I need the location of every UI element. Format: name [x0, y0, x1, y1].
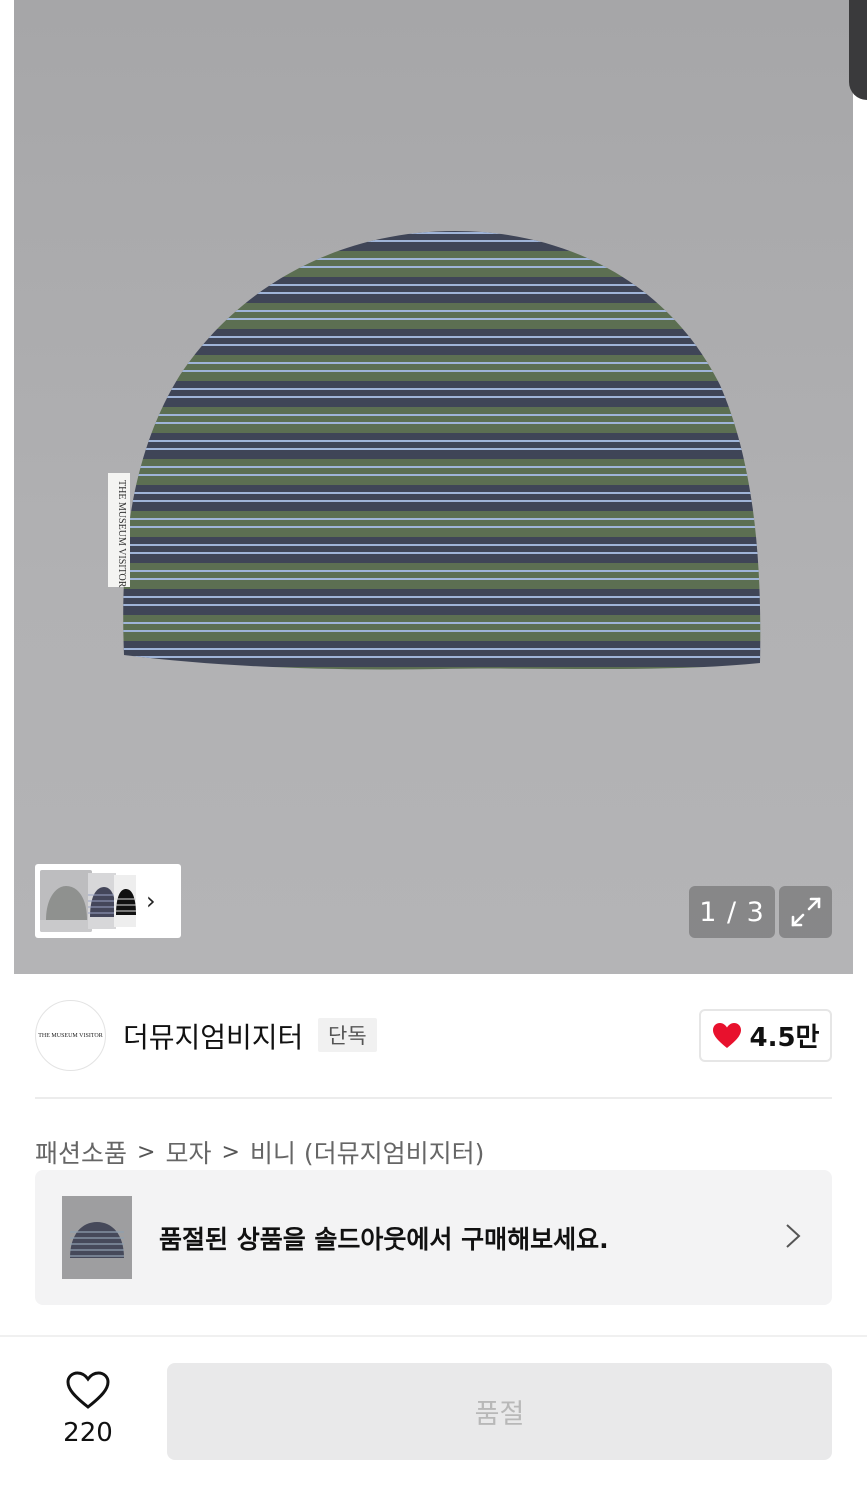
thumbnail-2[interactable]: [88, 873, 116, 929]
breadcrumb: 패션소품 > 모자 > 비니 (더뮤지엄비지터): [35, 1134, 484, 1170]
brand-like-button[interactable]: 4.5만: [699, 1009, 832, 1062]
expand-button[interactable]: [779, 886, 832, 938]
hat-label-text: THE MUSEUM VISITOR: [116, 480, 127, 588]
heart-filled-icon: [712, 1023, 741, 1048]
chevron-right-icon: >: [137, 1139, 156, 1165]
breadcrumb-item[interactable]: 패션소품: [35, 1134, 127, 1170]
scroll-indicator: [849, 0, 867, 100]
thumbnail-strip[interactable]: ›: [35, 864, 181, 938]
product-image-beanie: THE MUSEUM VISITOR: [108, 231, 761, 670]
brand-row: THE MUSEUM VISITOR 더뮤지엄비지터 단독 4.5만: [35, 1000, 832, 1072]
wishlist-button[interactable]: 220: [56, 1370, 120, 1448]
heart-outline-icon: [66, 1371, 110, 1409]
breadcrumb-item[interactable]: 비니 (더뮤지엄비지터): [250, 1134, 484, 1170]
wishlist-count: 220: [63, 1418, 113, 1448]
buy-button-soldout[interactable]: 품절: [167, 1363, 832, 1460]
exclusive-badge: 단독: [318, 1018, 377, 1052]
product-image-gallery[interactable]: THE MUSEUM VISITOR › 1 / 3: [0, 0, 867, 974]
gallery-edge: [853, 0, 867, 974]
brand-logo[interactable]: THE MUSEUM VISITOR: [35, 1000, 106, 1071]
bottom-bar-divider: [0, 1335, 867, 1337]
thumbnail-1[interactable]: [40, 870, 92, 932]
expand-icon: [791, 897, 820, 927]
brand-like-count: 4.5만: [749, 1023, 820, 1053]
soldout-banner-text: 품절된 상품을 솔드아웃에서 구매해보세요.: [159, 1225, 609, 1254]
brand-name[interactable]: 더뮤지엄비지터: [123, 1016, 303, 1056]
breadcrumb-item[interactable]: 모자: [165, 1134, 211, 1170]
soldout-banner[interactable]: 품절된 상품을 솔드아웃에서 구매해보세요.: [35, 1170, 832, 1305]
section-divider: [35, 1097, 832, 1099]
chevron-right-icon: >: [221, 1139, 240, 1165]
image-counter: 1 / 3: [689, 886, 775, 938]
soldout-product-thumbnail: [62, 1196, 132, 1279]
chevron-right-icon: [786, 1224, 801, 1248]
thumbnail-3[interactable]: [114, 875, 136, 927]
gallery-edge: [0, 0, 14, 974]
chevron-right-icon[interactable]: ›: [146, 889, 156, 913]
